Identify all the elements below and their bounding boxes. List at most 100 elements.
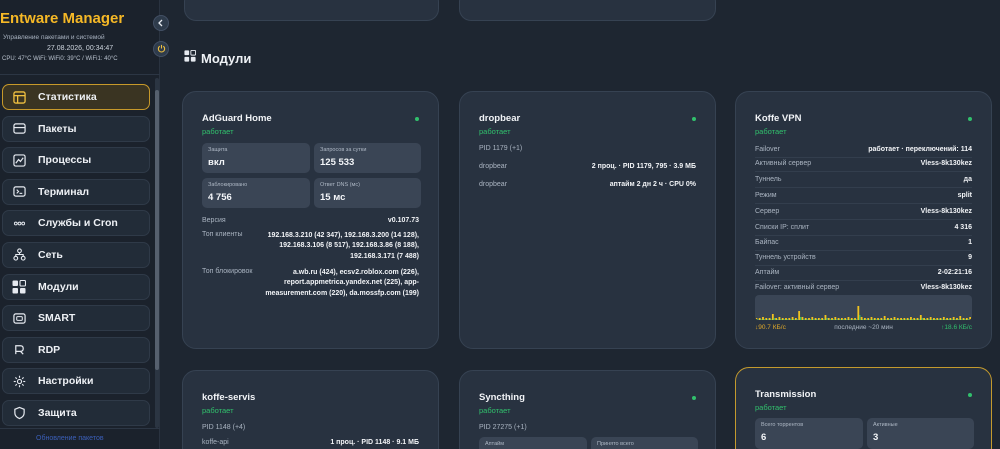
download-bar (965, 318, 968, 320)
upload-bar (809, 319, 812, 320)
app-window: Entware Manager Управление пакетами и си… (0, 0, 1000, 449)
download-bar (798, 311, 801, 320)
download-bar (794, 318, 797, 320)
upload-bar (823, 319, 825, 320)
download-bar (765, 318, 768, 320)
download-bar (817, 318, 820, 320)
sidebar-item-label: Терминал (38, 185, 90, 198)
chevron-left-icon (157, 14, 165, 32)
sidebar-scrollbar[interactable] (155, 78, 159, 428)
row-key: Топ блокировок (202, 268, 253, 275)
vpn-row: Failover работает · переключений: 114 (755, 146, 972, 153)
upload-bar (934, 319, 936, 320)
row-key: Сервер (755, 208, 780, 215)
upload-bar (846, 319, 848, 320)
process-pid: PID 1148 (+4) (202, 424, 246, 431)
download-bar (969, 317, 972, 320)
sidebar-item-label: Процессы (38, 154, 92, 167)
scrollbar-thumb[interactable] (155, 90, 159, 370)
sidebar-item-statistics[interactable]: Статистика (2, 84, 150, 110)
status-text: работает (755, 403, 787, 412)
download-bar (864, 318, 866, 320)
download-bar (867, 318, 870, 320)
status-text: работает (479, 127, 511, 136)
sidebar-item-packages[interactable]: Пакеты (2, 115, 150, 142)
sidebar-item-network[interactable]: Сеть (2, 241, 150, 268)
row-value: 4 316 (954, 224, 972, 231)
upload-bar (931, 319, 933, 320)
top-clients-row: Топ клиенты 192.168.3.210 (42 347), 192.… (202, 231, 419, 262)
tile-label: Защита (208, 147, 228, 153)
upload-bar (908, 319, 910, 320)
sidebar-item-processes[interactable]: Процессы (2, 147, 150, 174)
status-dot (692, 117, 696, 121)
stat-tile-total-torrents: Всего торрентов 6 (755, 418, 863, 449)
vpn-row: Туннель да (755, 176, 972, 183)
upload-bar (790, 319, 792, 320)
status-text: работает (755, 127, 787, 136)
card-title: Syncthing (479, 392, 525, 403)
download-bar (933, 318, 935, 320)
graph-period: последние ~20 мин (834, 324, 893, 331)
main-content: Модули AdGuard Home работает Защита вкл … (170, 0, 1000, 449)
vpn-row: Активный сервер Vless-8k130kez (755, 160, 972, 167)
sidebar-item-smart[interactable]: SMART (2, 305, 150, 332)
upload-bar (941, 319, 943, 320)
modules-section-header: Модули (184, 49, 251, 67)
upload-bar (862, 319, 864, 320)
upload-bar (767, 319, 769, 320)
download-bar (962, 318, 965, 320)
sidebar-item-protection[interactable]: Защита (2, 399, 150, 426)
download-bar (883, 316, 886, 320)
upload-bar (803, 319, 805, 320)
upload-bar (829, 319, 831, 320)
row-value: a.wb.ru (424), ecsv2.roblox.com (226), r… (265, 269, 419, 297)
download-bar (906, 318, 909, 320)
row-divider (755, 265, 972, 266)
row-key: Failover (755, 146, 780, 153)
upload-speed: ↑18.6 КБ/с (941, 324, 972, 331)
collapse-sidebar-button[interactable] (153, 15, 169, 31)
theme-toggle-button[interactable] (153, 41, 169, 57)
download-bar (762, 317, 764, 320)
sidebar-item-modules[interactable]: Модули (2, 273, 150, 300)
sidebar-item-terminal[interactable]: Терминал (2, 178, 150, 205)
sidebar-item-label: Статистика (38, 91, 97, 103)
download-bar (896, 318, 899, 320)
sidebar: Entware Manager Управление пакетами и си… (0, 0, 160, 449)
download-bar (916, 318, 919, 320)
top-blocked-row: Топ блокировок a.wb.ru (424), ecsv2.robl… (202, 268, 419, 299)
app-subtitle: Управление пакетами и системой (3, 34, 105, 41)
sidebar-item-label: SMART (38, 312, 76, 325)
system-temperatures: CPU: 47°C WiFi: WiFi0: 39°C / WiFi1: 40°… (2, 56, 118, 62)
sidebar-item-services-cron[interactable]: Службы и Cron (2, 210, 150, 237)
upload-bar (780, 319, 782, 320)
row-divider (755, 280, 972, 281)
upload-bar (757, 319, 759, 320)
download-bar (946, 318, 949, 320)
upload-bar (783, 319, 785, 320)
sidebar-item-rdp[interactable]: RDP (2, 336, 150, 363)
power-icon (157, 40, 166, 58)
sidebar-bottom-divider (0, 428, 160, 429)
upload-bar (954, 319, 956, 320)
upload-bar (852, 319, 854, 320)
download-bar (804, 318, 807, 320)
upload-bar (901, 319, 904, 320)
status-text: работает (479, 406, 511, 415)
sidebar-item-settings[interactable]: Настройки (2, 368, 150, 395)
upload-bar (875, 319, 877, 320)
status-text: работает (202, 127, 234, 136)
process-row: dropbear аптайм 2 дн 2 ч · CPU 0% (479, 181, 696, 188)
row-value: 9 (968, 254, 972, 261)
upload-bar (826, 318, 828, 320)
download-bar (840, 318, 843, 320)
tile-value: 15 мс (320, 192, 346, 203)
row-divider (755, 171, 972, 172)
update-packages-link[interactable]: Обновление пакетов (36, 435, 104, 442)
upload-bar (836, 319, 838, 320)
upload-bar (888, 319, 890, 320)
module-card-syncthing: Syncthing работает PID 27275 (+1) Аптайм… (459, 370, 716, 449)
upload-bar (924, 319, 927, 320)
row-value: Vless-8k130kez (920, 284, 972, 291)
